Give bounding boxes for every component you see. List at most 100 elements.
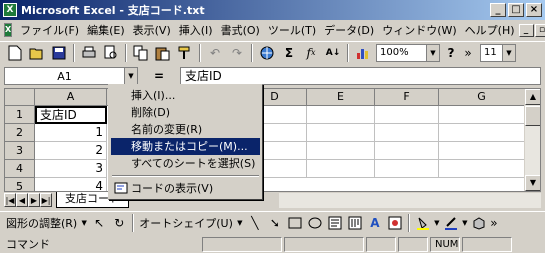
print-icon[interactable] [78, 43, 100, 63]
cell-e3[interactable] [307, 142, 375, 160]
minimize-button[interactable]: _ [490, 3, 506, 17]
redo-icon[interactable]: ↷ [226, 43, 248, 63]
menu-edit[interactable]: 編集(E) [83, 22, 129, 38]
toolbar-options-icon[interactable]: » [489, 213, 499, 233]
cell-a4[interactable]: 3 [35, 160, 107, 178]
wordart-icon[interactable]: A [365, 213, 385, 233]
sort-ascending-icon[interactable]: A↓ [322, 43, 344, 63]
menu-insert[interactable]: 挿入(I) [175, 22, 217, 38]
cell-g4[interactable] [439, 160, 525, 178]
horizontal-scrollbar[interactable] [279, 192, 541, 208]
vertical-textbox-icon[interactable] [345, 213, 365, 233]
select-objects-icon[interactable]: ↖ [89, 213, 109, 233]
first-sheet-icon[interactable]: |◀ [4, 193, 16, 207]
worksheet-grid[interactable]: A D E F G 1 2 3 4 5 支店ID 1 2 3 4 ▲ ▼ [4, 88, 541, 192]
cell-e2[interactable] [307, 124, 375, 142]
menu-format[interactable]: 書式(O) [217, 22, 264, 38]
column-header-f[interactable]: F [375, 89, 439, 106]
ctx-move-copy[interactable]: 移動またはコピー(M)... [111, 138, 260, 155]
hyperlink-icon[interactable] [256, 43, 278, 63]
ctx-delete[interactable]: 削除(D) [111, 104, 260, 121]
zoom-select[interactable]: 100% ▼ [376, 43, 440, 62]
cell-g1[interactable] [439, 106, 525, 124]
copy-icon[interactable] [130, 43, 152, 63]
cell-a1[interactable]: 支店ID [35, 106, 107, 124]
formula-input[interactable]: 支店ID [180, 67, 541, 85]
paste-icon[interactable] [152, 43, 174, 63]
doc-restore-button[interactable]: ▫ [534, 23, 545, 37]
help-icon[interactable]: ? [440, 43, 462, 63]
row-header-4[interactable]: 4 [5, 160, 35, 178]
workbook-icon[interactable]: X [4, 23, 13, 37]
row-header-5[interactable]: 5 [5, 178, 35, 191]
cell-f2[interactable] [375, 124, 439, 142]
menu-help[interactable]: ヘルプ(H) [461, 22, 519, 38]
doc-minimize-button[interactable]: _ [518, 23, 534, 37]
chevron-down-icon[interactable]: ▼ [461, 213, 469, 233]
cell-a5[interactable]: 4 [35, 178, 107, 191]
open-icon[interactable] [26, 43, 48, 63]
excel-app-icon[interactable]: X [3, 3, 17, 17]
print-preview-icon[interactable] [100, 43, 122, 63]
function-icon[interactable]: fx [300, 43, 322, 63]
scroll-up-icon[interactable]: ▲ [525, 89, 540, 105]
vertical-scrollbar[interactable]: ▲ ▼ [524, 89, 540, 191]
cell-a3[interactable]: 2 [35, 142, 107, 160]
scroll-down-icon[interactable]: ▼ [525, 175, 540, 191]
menu-file[interactable]: ファイル(F) [16, 22, 83, 38]
arrow-icon[interactable]: ➘ [265, 213, 285, 233]
rectangle-icon[interactable] [285, 213, 305, 233]
free-rotate-icon[interactable]: ↻ [109, 213, 129, 233]
menu-data[interactable]: データ(D) [320, 22, 378, 38]
chevron-down-icon[interactable]: ▼ [79, 213, 89, 233]
new-icon[interactable] [4, 43, 26, 63]
menu-view[interactable]: 表示(V) [129, 22, 175, 38]
ctx-select-all-sheets[interactable]: すべてのシートを選択(S) [111, 155, 260, 172]
row-header-2[interactable]: 2 [5, 124, 35, 142]
equals-icon[interactable]: = [138, 69, 180, 83]
undo-icon[interactable]: ↶ [204, 43, 226, 63]
ctx-rename[interactable]: 名前の変更(R) [111, 121, 260, 138]
last-sheet-icon[interactable]: ▶| [40, 193, 52, 207]
clipart-icon[interactable] [385, 213, 405, 233]
format-painter-icon[interactable] [174, 43, 196, 63]
cell-e1[interactable] [307, 106, 375, 124]
cell-a2[interactable]: 1 [35, 124, 107, 142]
chevron-down-icon[interactable]: ▼ [502, 44, 515, 61]
row-header-1[interactable]: 1 [5, 106, 35, 124]
oval-icon[interactable] [305, 213, 325, 233]
3d-style-icon[interactable] [469, 213, 489, 233]
cell-e4[interactable] [307, 160, 375, 178]
cell-f3[interactable] [375, 142, 439, 160]
cell-g3[interactable] [439, 142, 525, 160]
column-header-a[interactable]: A [35, 89, 107, 106]
line-icon[interactable]: ╲ [245, 213, 265, 233]
close-button[interactable]: × [526, 3, 542, 17]
ctx-insert[interactable]: 挿入(I)... [111, 87, 260, 104]
toolbar-options-icon[interactable]: » [462, 43, 474, 63]
save-icon[interactable] [48, 43, 70, 63]
prev-sheet-icon[interactable]: ◀ [16, 193, 28, 207]
font-size-select[interactable]: 11 ▼ [480, 43, 516, 62]
select-all-corner[interactable] [5, 89, 35, 106]
chevron-down-icon[interactable]: ▼ [426, 44, 439, 61]
autosum-icon[interactable]: Σ [278, 43, 300, 63]
menu-tools[interactable]: ツール(T) [264, 22, 320, 38]
maximize-button[interactable]: □ [508, 3, 524, 17]
line-color-icon[interactable] [441, 213, 461, 233]
cell-g2[interactable] [439, 124, 525, 142]
next-sheet-icon[interactable]: ▶ [28, 193, 40, 207]
cell-f4[interactable] [375, 160, 439, 178]
cell-f1[interactable] [375, 106, 439, 124]
autoshape-button[interactable]: オートシェイプ(U) [137, 215, 235, 231]
scroll-thumb[interactable] [525, 106, 540, 126]
fill-color-icon[interactable] [413, 213, 433, 233]
menu-window[interactable]: ウィンドウ(W) [378, 22, 460, 38]
draw-adjust-button[interactable]: 図形の調整(R) [4, 215, 79, 231]
row-header-3[interactable]: 3 [5, 142, 35, 160]
chevron-down-icon[interactable]: ▼ [124, 68, 137, 84]
chevron-down-icon[interactable]: ▼ [235, 213, 245, 233]
ctx-view-code[interactable]: コードの表示(V) [111, 180, 260, 197]
chart-wizard-icon[interactable] [352, 43, 374, 63]
column-header-e[interactable]: E [307, 89, 375, 106]
